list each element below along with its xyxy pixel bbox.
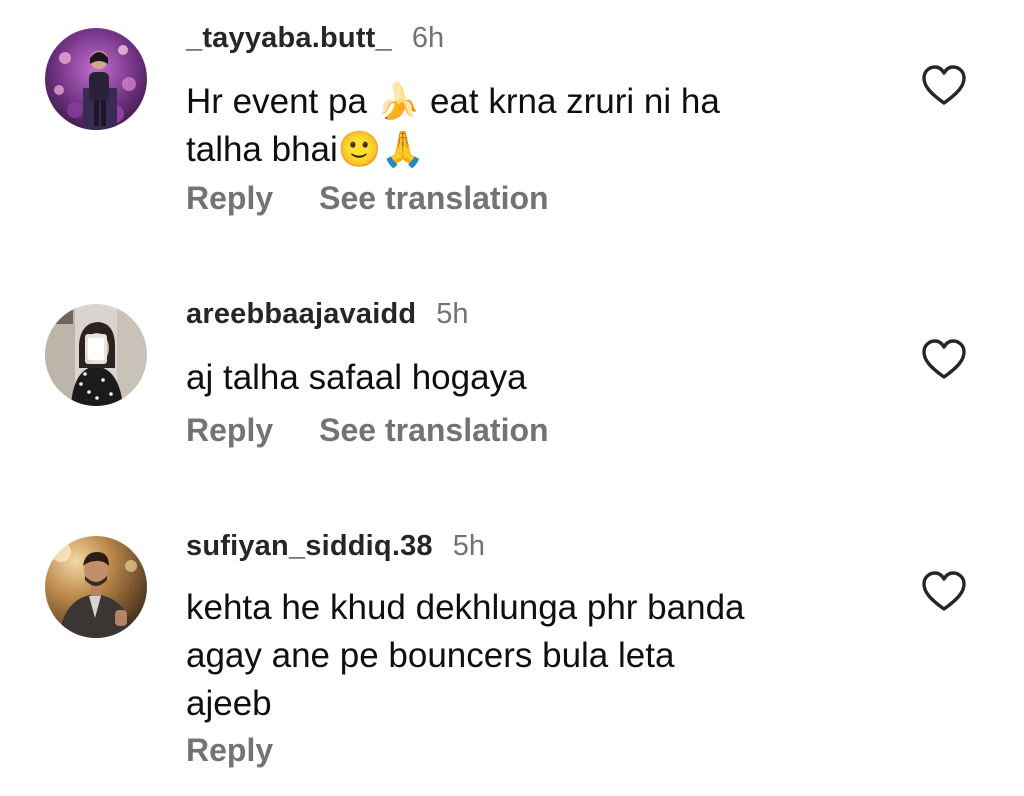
comment-timestamp: 5h — [452, 530, 486, 562]
heart-outline-icon[interactable] — [920, 62, 968, 110]
comment-item: areebbaajavaidd 5h aj talha safaal hogay… — [0, 260, 1024, 510]
avatar-woman-lights-image — [45, 28, 147, 130]
comment-timestamp: 5h — [436, 298, 469, 330]
see-translation-button[interactable]: See translation — [319, 180, 548, 217]
avatar[interactable] — [45, 536, 147, 638]
avatar-man-suit-image — [45, 536, 147, 638]
reply-button[interactable]: Reply — [186, 180, 273, 217]
reply-button[interactable]: Reply — [186, 412, 273, 449]
comment-item: sufiyan_siddiq.38 5h kehta he khud dekhl… — [0, 510, 1024, 796]
comment-timestamp: 6h — [411, 22, 445, 54]
avatar[interactable] — [45, 304, 147, 406]
see-translation-button[interactable]: See translation — [319, 412, 548, 449]
comment-item: _tayyaba.butt_ 6h Hr event pa 🍌 eat krna… — [0, 0, 1024, 260]
avatar[interactable] — [45, 28, 147, 130]
comment-text: kehta he khud dekhlunga phr banda agay a… — [186, 588, 745, 723]
heart-outline-icon[interactable] — [920, 336, 968, 384]
avatar-mirror-selfie-image — [45, 304, 147, 406]
comment-username[interactable]: sufiyan_siddiq.38 — [186, 530, 433, 563]
reply-button[interactable]: Reply — [186, 732, 273, 769]
comment-text: aj talha safaal hogaya — [186, 358, 527, 397]
heart-outline-icon[interactable] — [920, 568, 968, 616]
comment-text: Hr event pa 🍌 eat krna zruri ni ha talha… — [186, 82, 720, 169]
comment-username[interactable]: _tayyaba.butt_ — [186, 22, 392, 55]
comment-username[interactable]: areebbaajavaidd — [186, 298, 416, 331]
